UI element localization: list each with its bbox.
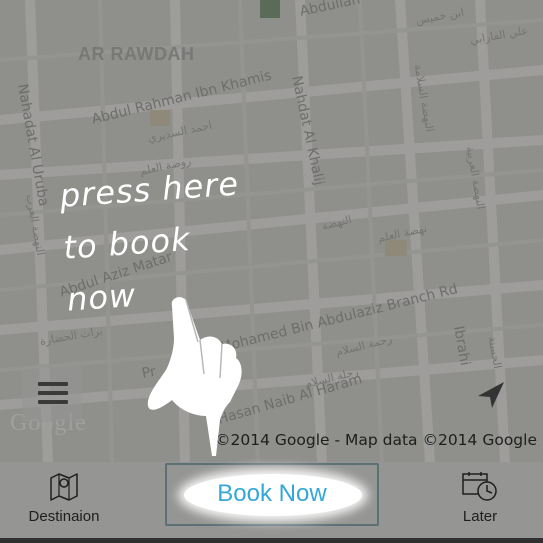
later-tab[interactable]: Later bbox=[452, 470, 508, 525]
later-label: Later bbox=[462, 508, 498, 525]
book-now-button[interactable]: Book Now bbox=[165, 463, 379, 526]
pointing-hand-icon bbox=[147, 297, 242, 456]
book-now-label: Book Now bbox=[217, 480, 327, 507]
navigation-arrow-icon bbox=[478, 382, 504, 408]
map-view[interactable]: AR RAWDAH Abdul Rahman Ibn Khamis Nahada… bbox=[0, 0, 543, 462]
calendar-clock-icon bbox=[462, 472, 497, 501]
my-location-button[interactable] bbox=[462, 366, 518, 422]
destination-label: Destinaion bbox=[28, 508, 100, 525]
destination-tab[interactable]: Destinaion bbox=[22, 470, 106, 525]
menu-button[interactable] bbox=[22, 366, 82, 422]
map-icon bbox=[50, 473, 78, 501]
map-copyright: ©2014 Google - Map data ©2014 Google bbox=[215, 431, 537, 449]
